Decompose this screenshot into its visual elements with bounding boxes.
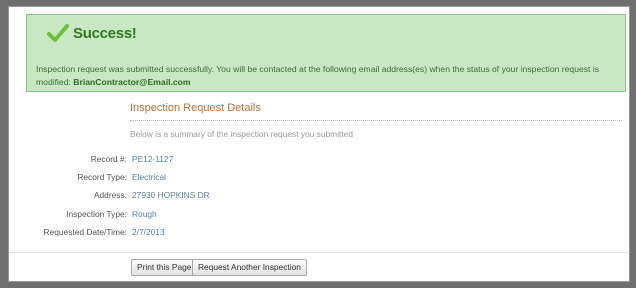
- field-row-inspection-type: Inspection Type: Rough: [9, 209, 309, 221]
- address-value: 27930 HOPKINS DR: [132, 190, 210, 200]
- inspection-type-label: Inspection Type:: [66, 209, 127, 219]
- actions-divider: [9, 252, 629, 253]
- field-row-record-type: Record Type: Electrical: [9, 172, 309, 184]
- address-label: Address:: [93, 190, 127, 200]
- record-type-label: Record Type:: [77, 172, 127, 182]
- print-page-button[interactable]: Print this Page: [131, 259, 198, 276]
- field-row-record-number: Record #: PE12-1127: [9, 154, 309, 166]
- success-banner: Success! Inspection request was submitte…: [26, 14, 626, 92]
- record-type-value: Electrical: [132, 172, 166, 182]
- field-row-requested-date: Requested Date/Time: 2/7/2013: [9, 227, 309, 239]
- requested-date-value: 2/7/2013: [132, 227, 165, 237]
- record-number-label: Record #:: [90, 154, 127, 164]
- field-row-address: Address: 27930 HOPKINS DR: [9, 190, 309, 202]
- inspection-type-value: Rough: [132, 209, 157, 219]
- section-divider: [130, 120, 622, 121]
- request-another-inspection-button[interactable]: Request Another Inspection: [192, 259, 307, 276]
- record-number-link[interactable]: PE12-1127: [132, 154, 173, 164]
- notification-email: BrianContractor@Email.com: [73, 77, 191, 87]
- success-title: Success!: [73, 25, 137, 42]
- checkmark-icon: [47, 24, 69, 42]
- section-title: Inspection Request Details: [130, 102, 261, 114]
- success-message: Inspection request was submitted success…: [36, 63, 621, 89]
- page-frame: Success! Inspection request was submitte…: [8, 6, 630, 282]
- requested-date-label: Requested Date/Time:: [43, 227, 127, 237]
- section-subtitle: Below is a summary of the inspection req…: [130, 129, 353, 139]
